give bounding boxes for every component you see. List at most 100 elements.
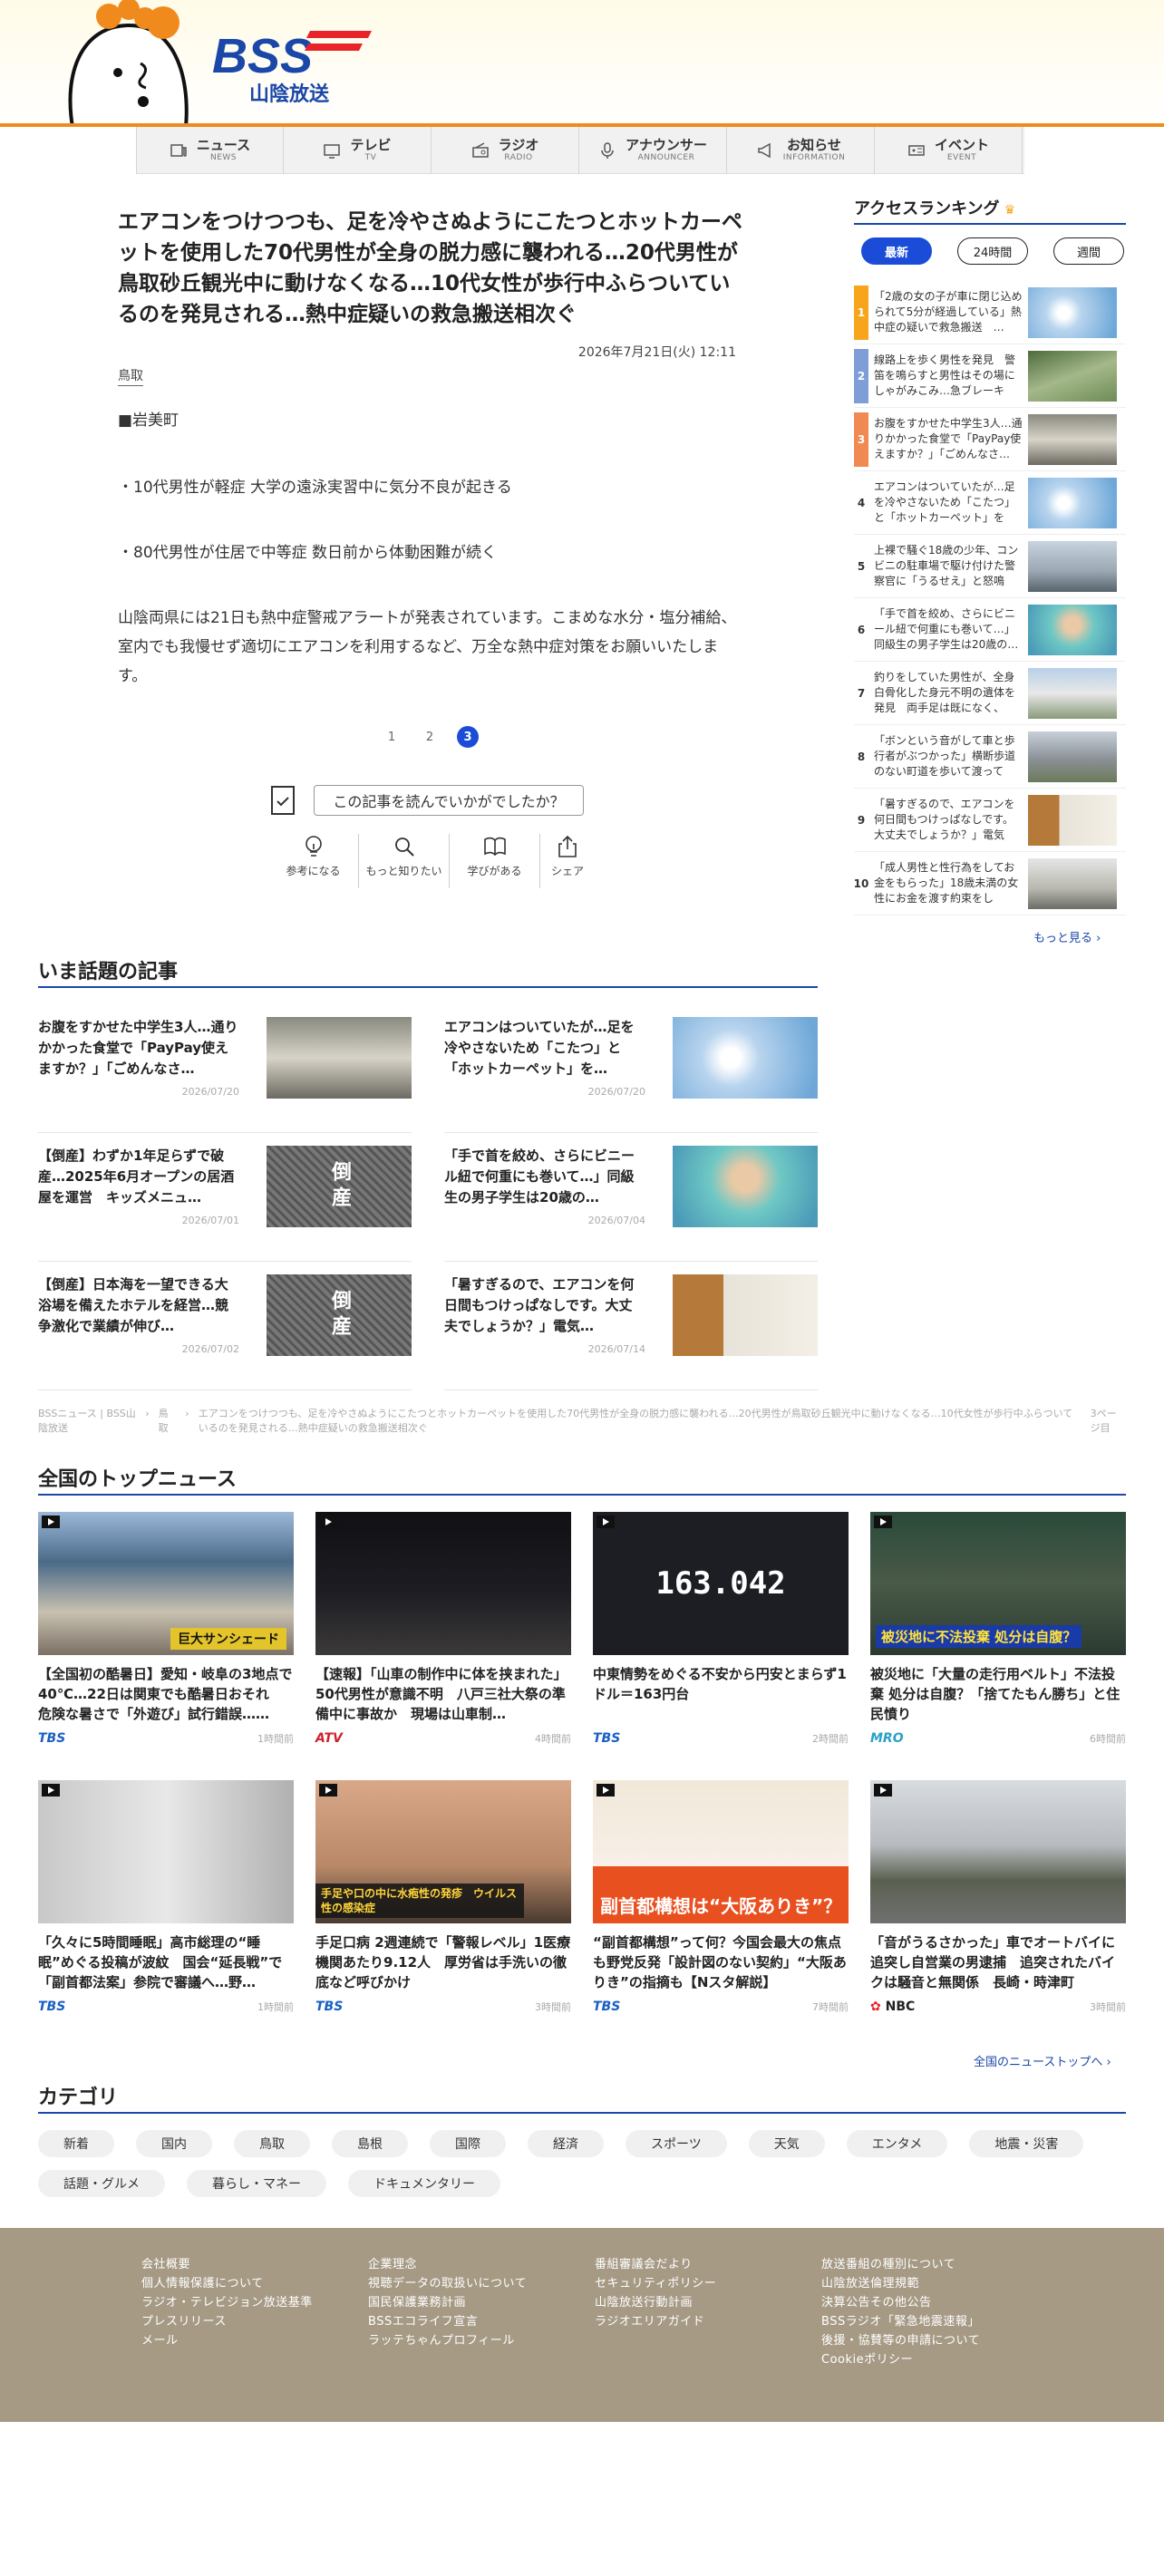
nav-news[interactable]: ニュース NEWS bbox=[136, 127, 284, 174]
article-tag[interactable]: 鳥取 bbox=[118, 366, 143, 386]
nav-event[interactable]: イベント EVENT bbox=[875, 127, 1023, 174]
footer-link[interactable]: 企業理念 bbox=[368, 2255, 527, 2274]
footer-link[interactable]: セキュリティポリシー bbox=[595, 2274, 716, 2293]
video-icon bbox=[42, 1784, 60, 1796]
breadcrumb-category[interactable]: 鳥取 bbox=[159, 1407, 177, 1436]
ranking-item[interactable]: 3 お腹をすかせた中学生3人…通りかかった食堂で「PayPay使えますか？」「ごめ… bbox=[854, 408, 1126, 471]
national-item[interactable]: 「音がうるさかった」車でオートバイに追突し自営業の男逮捕 追突されたバイクは騒音… bbox=[870, 1780, 1126, 2027]
rank-thumbnail bbox=[1028, 413, 1117, 465]
footer-link[interactable]: 番組審議会だより bbox=[595, 2255, 716, 2274]
footer-link[interactable]: メール bbox=[141, 2331, 313, 2350]
footer-link[interactable]: 国民保護業務計画 bbox=[368, 2293, 527, 2312]
breadcrumb-current: エアコンをつけつつも、足を冷やさぬようにこたつとホットカーペットを使用した70代… bbox=[198, 1408, 1073, 1434]
topics-grid: お腹をすかせた中学生3人…通りかかった食堂で「PayPay使えますか？」「ごめん… bbox=[38, 1004, 818, 1390]
breadcrumb-separator: › bbox=[185, 1408, 189, 1419]
national-item[interactable]: 副首都構想は“大阪ありき”？ “副首都構想”って何？今国会最大の焦点も野党反発「… bbox=[593, 1780, 849, 2027]
reaction-helpful[interactable]: 参考になる bbox=[268, 834, 359, 888]
ranking-tab-latest[interactable]: 最新 bbox=[861, 237, 932, 265]
reaction-share[interactable]: シェア bbox=[540, 834, 595, 888]
footer-link[interactable]: 後援・協賛等の申請について bbox=[821, 2331, 980, 2350]
article-paragraph: ■岩美町 bbox=[118, 412, 179, 430]
footer-link[interactable]: 個人情報保護について bbox=[141, 2274, 313, 2293]
news-thumbnail: 163.042 bbox=[593, 1512, 849, 1655]
mascot-logo[interactable] bbox=[54, 0, 199, 127]
page-current[interactable]: 3 bbox=[457, 726, 479, 748]
topic-date: 2026/07/02 bbox=[181, 1343, 239, 1355]
topic-item[interactable]: エアコンはついていたが…足を冷やさないため「こたつ」と「ホットカーペット」を… 2… bbox=[444, 1004, 818, 1133]
category-chip[interactable]: 国内 bbox=[136, 2130, 212, 2157]
footer-link[interactable]: ラジオエリアガイド bbox=[595, 2312, 716, 2331]
page-link[interactable]: 2 bbox=[419, 726, 441, 748]
national-item[interactable]: 巨大サンシェード 【全国初の酷暑日】愛知・岐阜の3地点で40℃…22日は関東でも… bbox=[38, 1512, 294, 1758]
rank-number: 8 bbox=[857, 750, 866, 763]
footer-link[interactable]: プレスリリース bbox=[141, 2312, 313, 2331]
reaction-more[interactable]: もっと知りたい bbox=[359, 834, 450, 888]
footer-link[interactable]: BSSラジオ「緊急地震速報」 bbox=[821, 2312, 980, 2331]
footer-link[interactable]: ラッテちゃんプロフィール bbox=[368, 2331, 527, 2350]
footer-link[interactable]: ラジオ・テレビジョン放送基準 bbox=[141, 2293, 313, 2312]
category-chip[interactable]: 天気 bbox=[748, 2130, 825, 2157]
national-item[interactable]: 「久々に5時間睡眠」高市総理の“睡眠”めぐる投稿が波紋 国会“延長戦”で「副首都… bbox=[38, 1780, 294, 2027]
category-chip[interactable]: エンタメ bbox=[846, 2130, 948, 2157]
ranking-item[interactable]: 9 「暑すぎるので、エアコンを何日間もつけっぱなしです。大丈夫でしょうか？」電気代… bbox=[854, 789, 1126, 852]
nav-announcer[interactable]: アナウンサー ANNOUNCER bbox=[579, 127, 727, 174]
category-chip[interactable]: 新着 bbox=[38, 2130, 114, 2157]
rank-number: 6 bbox=[857, 623, 866, 636]
footer-link[interactable]: BSSエコライフ宣言 bbox=[368, 2312, 527, 2331]
topic-item[interactable]: 「手で首を絞め、さらにビニール紐で何重にも巻いて…」同級生の男子学生は20歳の…… bbox=[444, 1133, 818, 1262]
topic-item[interactable]: 【倒産】日本海を一望できる大浴場を備えたホテルを経営…競争激化で業績が伸び… 20… bbox=[38, 1262, 412, 1390]
ranking-tab-24h[interactable]: 24時間 bbox=[957, 237, 1028, 265]
nav-tv[interactable]: テレビ TV bbox=[284, 127, 432, 174]
video-icon bbox=[319, 1516, 337, 1528]
ranking-more-link[interactable]: もっと見る › bbox=[1033, 928, 1101, 945]
footer-link[interactable]: 山陰放送行動計画 bbox=[595, 2293, 716, 2312]
nav-radio[interactable]: ラジオ RADIO bbox=[432, 127, 579, 174]
rank-title: 上裸で騒ぐ18歳の少年、コンビニの駐車場で駆け付けた警察官に「うるせえ」と怒鳴り… bbox=[874, 544, 1019, 587]
footer-link[interactable]: 放送番組の種別について bbox=[821, 2255, 980, 2274]
page-link[interactable]: 1 bbox=[381, 726, 403, 748]
footer-link[interactable]: 会社概要 bbox=[141, 2255, 313, 2274]
rank-number: 9 bbox=[857, 813, 866, 827]
rank-thumbnail bbox=[1028, 857, 1117, 909]
footer-link[interactable]: 決算公告その他公告 bbox=[821, 2293, 980, 2312]
footer-link[interactable]: Cookieポリシー bbox=[821, 2350, 980, 2369]
video-icon bbox=[874, 1784, 892, 1796]
category-chip[interactable]: 暮らし・マネー bbox=[187, 2170, 326, 2197]
breadcrumb-separator: › bbox=[145, 1408, 150, 1419]
category-chip[interactable]: 地震・災害 bbox=[969, 2130, 1084, 2157]
ranking-tab-weekly[interactable]: 週間 bbox=[1053, 237, 1124, 265]
category-chip[interactable]: 経済 bbox=[528, 2130, 604, 2157]
topic-item[interactable]: 【倒産】わずか1年足らずで破産…2025年6月オープンの居酒屋を運営 キッズメニ… bbox=[38, 1133, 412, 1262]
ranking-item[interactable]: 8 「ボンという音がして車と歩行者がぶつかった」横断歩道のない町道を歩いて渡ってい… bbox=[854, 725, 1126, 789]
footer-link[interactable]: 視聴データの取扱いについて bbox=[368, 2274, 527, 2293]
national-item[interactable]: 被災地に不法投棄 処分は自腹？ 被災地に「大量の走行用ベルト」不法投棄 処分は自… bbox=[870, 1512, 1126, 1758]
ranking-item[interactable]: 6 「手で首を絞め、さらにビニール紐で何重にも巻いて…」同級生の男子学生は20歳の… bbox=[854, 598, 1126, 662]
rank-title: 「手で首を絞め、さらにビニール紐で何重にも巻いて…」同級生の男子学生は20歳の… bbox=[874, 607, 1019, 651]
category-chip[interactable]: 話題・グルメ bbox=[38, 2170, 165, 2197]
ranking-item[interactable]: 1 「2歳の女の子が車に閉じ込められて5分が経過している」熱中症の疑いで救急搬送 … bbox=[854, 281, 1126, 344]
news-source: TBS bbox=[315, 2000, 344, 2014]
ranking-item[interactable]: 4 エアコンはついていたが…足を冷やさないため「こたつ」と「ホットカーペット」を使… bbox=[854, 471, 1126, 535]
category-chip[interactable]: 国際 bbox=[430, 2130, 506, 2157]
rank-thumbnail bbox=[1028, 731, 1117, 782]
category-chip[interactable]: ドキュメンタリー bbox=[348, 2170, 500, 2197]
ticket-icon bbox=[908, 145, 925, 156]
national-more-link[interactable]: 全国のニューストップへ › bbox=[974, 2052, 1111, 2069]
national-item[interactable]: 163.042 中東情勢をめぐる不安から円安とまらず1ドル＝163円台 TBS 2… bbox=[593, 1512, 849, 1758]
ranking-item[interactable]: 2線路上を歩く男性を発見 警笛を鳴らすと男性はその場にしゃがみこみ…急ブレーキか… bbox=[854, 344, 1126, 408]
category-chip[interactable]: 島根 bbox=[332, 2130, 408, 2157]
category-chip[interactable]: スポーツ bbox=[626, 2130, 727, 2157]
ranking-item[interactable]: 5 上裸で騒ぐ18歳の少年、コンビニの駐車場で駆け付けた警察官に「うるせえ」と怒鳴… bbox=[854, 535, 1126, 598]
national-item[interactable]: 手足や口の中に水疱性の発疹 ウイルス性の感染症 手足口病 2週連続で「警報レベル… bbox=[315, 1780, 571, 2027]
reaction-label: 参考になる bbox=[286, 865, 341, 877]
ranking-item[interactable]: 10 「成人男性と性行為をしてお金をもらった」18歳未満の女性にお金を渡す約束をし… bbox=[854, 852, 1126, 915]
national-item[interactable]: 【速報】「山車の制作中に体を挟まれた」50代男性が意識不明 八戸三社大祭の準備中… bbox=[315, 1512, 571, 1758]
category-chip[interactable]: 鳥取 bbox=[234, 2130, 310, 2157]
ranking-item[interactable]: 7 釣りをしていた男性が、全身白骨化した身元不明の遺体を発見 両手足は既になく、性… bbox=[854, 662, 1126, 725]
topic-item[interactable]: お腹をすかせた中学生3人…通りかかった食堂で「PayPay使えますか？」「ごめん… bbox=[38, 1004, 412, 1133]
reaction-learn[interactable]: 学びがある bbox=[450, 834, 540, 888]
footer-link[interactable]: 山陰放送倫理規範 bbox=[821, 2274, 980, 2293]
nav-information[interactable]: お知らせ INFORMATION bbox=[727, 127, 875, 174]
breadcrumb-home[interactable]: BSSニュース | BSS山陰放送 bbox=[38, 1407, 136, 1436]
topic-item[interactable]: 「暑すぎるので、エアコンを何日間もつけっぱなしです。大丈夫でしょうか？」電気… 2… bbox=[444, 1262, 818, 1390]
